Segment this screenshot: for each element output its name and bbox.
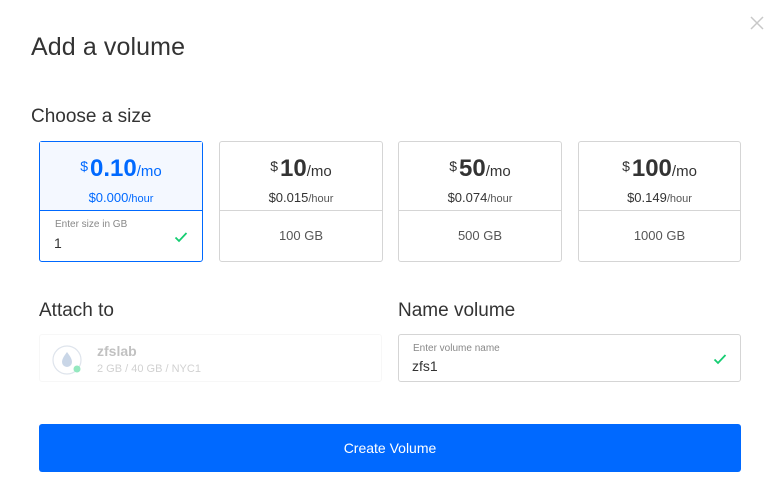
close-button[interactable]	[748, 14, 766, 32]
per-hour-label: /hour	[308, 193, 334, 205]
per-hour-label: /hour	[128, 193, 154, 205]
custom-size-field[interactable]: Enter size in GB	[40, 211, 202, 261]
per-hour-label: /hour	[487, 193, 513, 205]
hourly-amount: $0.015	[268, 190, 309, 205]
per-month-label: /mo	[306, 163, 332, 180]
hourly-price: $0.149/hour	[579, 190, 740, 205]
per-month-label: /mo	[136, 163, 162, 180]
droplet-icon	[52, 345, 82, 375]
per-month-label: /mo	[485, 163, 511, 180]
size-price-area: $0.10/mo $0.000/hour	[40, 142, 202, 211]
price-amount: 10	[280, 155, 307, 182]
size-price-area: $10/mo $0.015/hour	[220, 142, 382, 211]
monthly-price: $100/mo	[579, 157, 740, 188]
size-price-area: $100/mo $0.149/hour	[579, 142, 740, 211]
currency-symbol: $	[622, 158, 630, 174]
hourly-amount: $0.149	[627, 190, 667, 205]
droplet-meta: 2 GB / 40 GB / NYC1	[97, 363, 201, 375]
size-option-500gb[interactable]: $50/mo $0.074/hour 500 GB	[398, 141, 562, 262]
hourly-price: $0.000/hour	[40, 190, 202, 205]
price-amount: 100	[631, 155, 672, 182]
hourly-price: $0.074/hour	[399, 190, 561, 205]
custom-size-input[interactable]	[54, 235, 164, 251]
droplet-select[interactable]: zfslab 2 GB / 40 GB / NYC1	[39, 334, 382, 382]
monthly-price: $0.10/mo	[40, 157, 202, 188]
size-option-custom[interactable]: $0.10/mo $0.000/hour Enter size in GB	[39, 141, 203, 262]
per-month-label: /mo	[671, 163, 697, 180]
hourly-amount: $0.074	[447, 190, 488, 205]
size-label: 100 GB	[278, 228, 324, 243]
droplet-name: zfslab	[97, 343, 137, 359]
currency-symbol: $	[270, 158, 279, 174]
close-icon	[750, 16, 764, 30]
hourly-amount: $0.000	[88, 190, 129, 205]
check-icon	[713, 353, 727, 365]
choose-size-heading: Choose a size	[31, 106, 152, 127]
price-amount: 50	[459, 155, 486, 182]
volume-name-input[interactable]	[412, 358, 702, 374]
size-option-1000gb[interactable]: $100/mo $0.149/hour 1000 GB	[578, 141, 741, 262]
monthly-price: $10/mo	[220, 157, 382, 188]
volume-name-field[interactable]: Enter volume name	[398, 334, 741, 382]
dialog-title: Add a volume	[31, 33, 186, 61]
attach-to-heading: Attach to	[39, 300, 114, 321]
monthly-price: $50/mo	[399, 157, 561, 188]
check-icon	[174, 231, 188, 243]
price-amount: 0.10	[90, 155, 137, 182]
per-hour-label: /hour	[666, 193, 692, 205]
currency-symbol: $	[449, 158, 458, 174]
size-label: 1000 GB	[633, 228, 686, 243]
size-label: 500 GB	[457, 228, 503, 243]
currency-symbol: $	[80, 158, 89, 174]
create-volume-button[interactable]: Create Volume	[39, 424, 741, 472]
volume-name-label: Enter volume name	[413, 343, 500, 354]
size-option-100gb[interactable]: $10/mo $0.015/hour 100 GB	[219, 141, 383, 262]
hourly-price: $0.015/hour	[220, 190, 382, 205]
custom-size-label: Enter size in GB	[55, 219, 128, 230]
name-volume-heading: Name volume	[398, 300, 516, 321]
size-price-area: $50/mo $0.074/hour	[399, 142, 561, 211]
